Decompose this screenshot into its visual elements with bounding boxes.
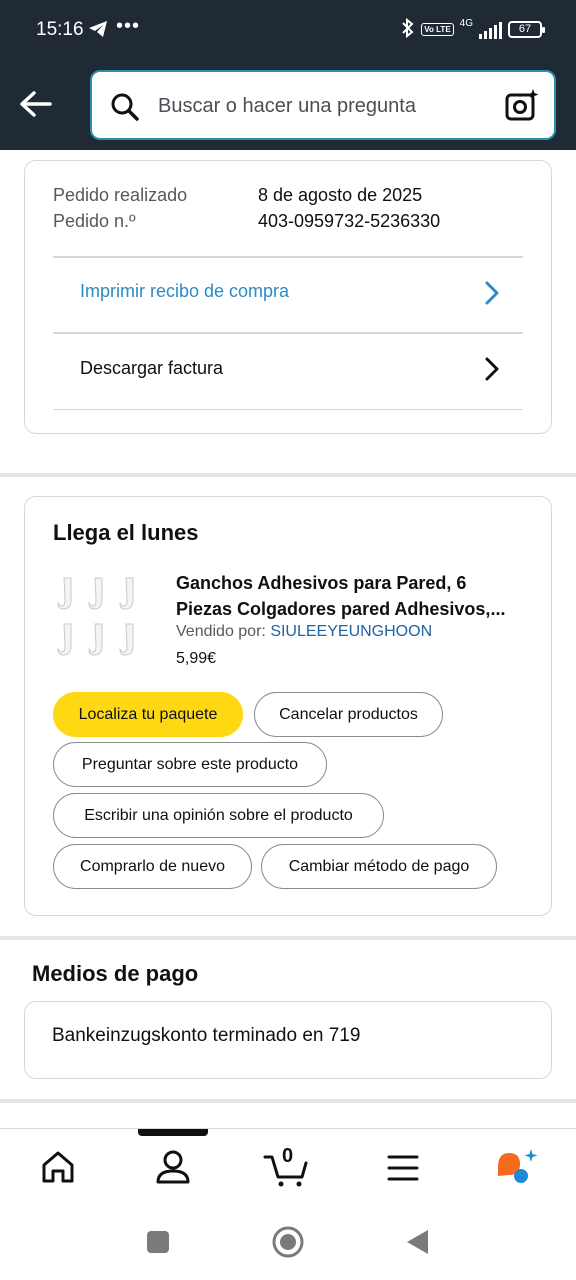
status-bar: 15:16 ••• Vo LTE 4G 67 (0, 0, 576, 62)
bottom-navigation: 0 (0, 1128, 576, 1208)
seller-label: Vendido por: (176, 623, 266, 640)
delivery-estimate: Llega el lunes (53, 520, 199, 545)
back-arrow-icon[interactable] (16, 84, 56, 124)
divider (53, 409, 523, 410)
nav-cart[interactable]: 0 (260, 1143, 316, 1193)
section-separator (0, 1099, 576, 1103)
payment-methods-title: Medios de pago (32, 961, 199, 986)
system-navigation-bar (0, 1208, 576, 1280)
change-payment-method-button[interactable]: Cambiar método de pago (261, 844, 497, 889)
order-placed-date: 8 de agosto de 2025 (258, 185, 423, 205)
write-review-button[interactable]: Escribir una opinión sobre el producto (53, 793, 384, 838)
nav-account[interactable] (145, 1143, 201, 1193)
ask-product-question-button[interactable]: Preguntar sobre este producto (53, 742, 327, 787)
search-bar[interactable]: Buscar o hacer una pregunta (90, 70, 556, 140)
volte-badge: Vo LTE (421, 23, 454, 36)
buy-again-button[interactable]: Comprarlo de nuevo (53, 844, 252, 889)
telegram-icon (88, 20, 108, 43)
home-circle-icon[interactable] (271, 1225, 305, 1264)
camera-search-icon[interactable] (504, 88, 540, 129)
product-title-line-2: Piezas Colgadores pared Adhesivos,... (176, 599, 506, 619)
top-header: Buscar o hacer una pregunta (0, 62, 576, 150)
battery-icon: 67 (508, 21, 545, 38)
seller-info: Vendido por: SIULEEYEUNGHOON (176, 623, 432, 641)
cart-count: 0 (282, 1145, 294, 1167)
cancel-items-button[interactable]: Cancelar productos (254, 692, 443, 737)
track-package-button[interactable]: Localiza tu paquete (53, 692, 243, 737)
order-number-value: 403-0959732-5236330 (258, 211, 441, 231)
print-receipt-link[interactable]: Imprimir recibo de compra (80, 281, 289, 302)
divider (53, 332, 523, 334)
bluetooth-icon (401, 17, 415, 41)
user-icon (156, 1150, 190, 1184)
more-notifications-icon: ••• (116, 15, 141, 37)
product-title[interactable]: Ganchos Adhesivos para Pared, 6 Piezas C… (176, 570, 536, 622)
recent-apps-icon[interactable] (146, 1230, 170, 1259)
home-icon (42, 1151, 74, 1183)
product-price: 5,99€ (176, 650, 217, 667)
menu-icon (387, 1155, 419, 1181)
download-invoice-link[interactable]: Descargar factura (80, 358, 223, 379)
search-icon (110, 92, 140, 127)
nav-menu[interactable] (375, 1143, 431, 1193)
order-number-label: Pedido n.º (53, 211, 136, 231)
product-title-line-1: Ganchos Adhesivos para Pared, 6 (176, 573, 467, 593)
network-type: 4G (459, 18, 473, 29)
active-tab-indicator (138, 1129, 208, 1136)
chevron-right-icon[interactable] (482, 356, 502, 387)
system-back-icon[interactable] (404, 1228, 430, 1261)
seller-link[interactable]: SIULEEYEUNGHOON (270, 623, 432, 640)
search-input[interactable]: Buscar o hacer una pregunta (158, 95, 416, 118)
section-separator (0, 936, 576, 940)
product-image[interactable] (54, 572, 148, 666)
status-time: 15:16 (36, 19, 84, 40)
nav-rufus[interactable] (490, 1143, 546, 1193)
nav-home[interactable] (30, 1143, 86, 1193)
order-placed-label: Pedido realizado (53, 185, 188, 205)
rufus-assistant-icon (498, 1149, 538, 1183)
chevron-right-icon[interactable] (482, 280, 502, 311)
divider (53, 256, 523, 258)
payment-method-text: Bankeinzugskonto terminado en 719 (52, 1025, 361, 1046)
signal-icon (479, 21, 502, 39)
section-separator (0, 473, 576, 477)
